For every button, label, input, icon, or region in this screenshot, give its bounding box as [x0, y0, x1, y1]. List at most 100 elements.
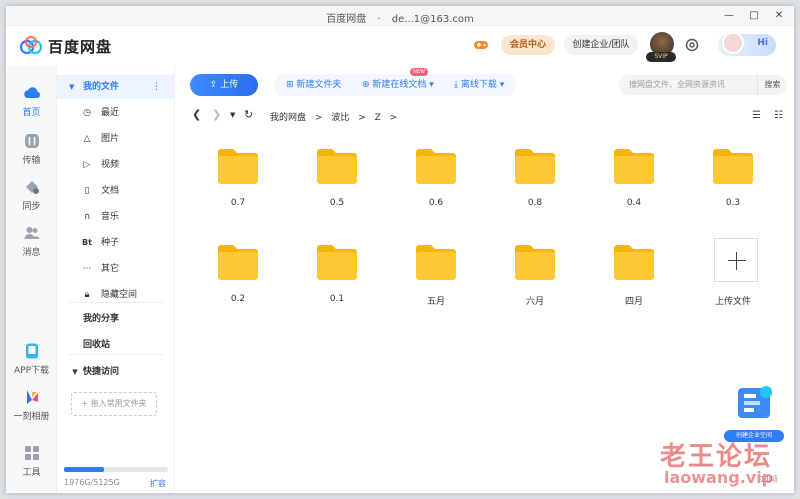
upload-file-tile[interactable]: 上传文件 [693, 234, 773, 324]
sidebar-item-label: 种子 [101, 238, 120, 248]
sidebar-item-hidden-space[interactable]: 🔒︎ 隐藏空间 [57, 283, 175, 307]
sidebar-item-images[interactable]: △ 图片 [57, 127, 175, 151]
expand-storage-link[interactable]: 扩容 [150, 478, 166, 489]
title-separator: · [377, 14, 381, 25]
refresh-icon[interactable]: ↻ [244, 108, 253, 121]
search-placeholder: 搜网盘文件、全网资源资讯 [629, 80, 725, 89]
folder-icon [614, 245, 654, 280]
nav-tools[interactable]: 工具 [6, 444, 57, 478]
headphones-icon: ∩ [83, 212, 91, 222]
bt-icon: Bt [82, 238, 92, 247]
folder-item[interactable]: 0.8 [495, 138, 575, 228]
sidebar-my-files[interactable]: ▼ 我的文件 ⋮ [57, 75, 175, 99]
nav-album[interactable]: 一刻相册 [6, 388, 57, 422]
clock-icon: ◷ [83, 108, 91, 118]
file-name: 0.5 [329, 198, 345, 208]
minimize-button[interactable]: — [720, 8, 738, 24]
maximize-button[interactable]: □ [745, 8, 763, 24]
sidebar-item-recent[interactable]: ◷ 最近 [57, 101, 175, 125]
search-input[interactable]: 搜网盘文件、全网资源资讯 搜索 [619, 75, 787, 95]
nav-message-label: 消息 [22, 248, 41, 258]
gamepad-icon[interactable] [473, 39, 489, 51]
offline-download-label: 离线下载 [460, 80, 497, 90]
window-title: 百度网盘 · de...1@163.com [6, 10, 794, 25]
breadcrumb-item[interactable]: Z [375, 113, 381, 123]
file-name: 0.1 [329, 294, 345, 304]
storage-fill [64, 467, 105, 472]
new-folder-button[interactable]: ⊞ 新建文件夹 [278, 74, 350, 96]
assistant-mascot-icon [722, 32, 744, 54]
folder-icon [515, 149, 555, 184]
transfer-icon [24, 134, 39, 148]
sidebar-divider [69, 302, 163, 303]
file-name: 0.3 [725, 198, 741, 208]
history-dropdown-icon[interactable]: ▼ [230, 111, 235, 119]
more-options-icon[interactable]: ⋮ [152, 75, 161, 99]
back-arrow-icon[interactable]: ❮ [192, 108, 201, 121]
file-name: 0.8 [527, 198, 543, 208]
folder-item[interactable]: 0.3 [693, 138, 773, 228]
quick-access-drop-zone[interactable]: + 拖入常用文件夹 [71, 392, 157, 416]
folder-item[interactable]: 0.5 [297, 138, 377, 228]
breadcrumb-item[interactable]: 波比 [331, 113, 349, 123]
folder-icon [713, 149, 753, 184]
sidebar-item-label: 其它 [101, 264, 120, 274]
close-button[interactable]: ✕ [770, 8, 788, 24]
sidebar-item-other[interactable]: ··· 其它 [57, 257, 175, 281]
nav-transfer[interactable]: 传输 [6, 132, 57, 166]
folder-item[interactable]: 0.4 [594, 138, 674, 228]
tools-icon [24, 446, 39, 460]
nav-sync-label: 同步 [22, 202, 41, 212]
breadcrumb: 我的网盘 > 波比 > Z > [270, 110, 403, 123]
folder-item[interactable]: 0.1 [297, 234, 377, 324]
more-icon: ··· [82, 264, 92, 274]
nav-app-download[interactable]: APP下载 [6, 342, 57, 376]
new-online-doc-button[interactable]: ⊕ 新建在线文档 ▾ [354, 74, 442, 96]
sidebar-item-videos[interactable]: ▷ 视频 [57, 153, 175, 177]
list-view-icon[interactable]: ☷ [774, 110, 783, 121]
sort-icon[interactable]: ☰ [752, 110, 761, 121]
sidebar-quick-access[interactable]: ▼ 快捷访问 [57, 360, 175, 384]
message-icon [24, 227, 39, 239]
sidebar-item-documents[interactable]: ▯ 文档 [57, 179, 175, 203]
folder-item[interactable]: 六月 [495, 234, 575, 324]
nav-sync[interactable]: 同步 [6, 178, 57, 212]
new-folder-label: 新建文件夹 [296, 80, 342, 90]
offline-download-button[interactable]: ⤓ 离线下载 ▾ [446, 74, 513, 96]
settings-gear-icon[interactable] [684, 37, 700, 53]
nav-transfer-label: 传输 [22, 156, 41, 166]
baidu-netdisk-logo-icon[interactable] [20, 36, 42, 54]
assistant-hi-button[interactable]: Hi [718, 32, 776, 56]
chevron-down-icon: ▾ [496, 80, 505, 90]
vip-center-button[interactable]: 会员中心 [501, 35, 555, 55]
new-badge: NEW [410, 68, 428, 76]
create-enterprise-button[interactable]: 创建企业/团队 [564, 35, 638, 55]
breadcrumb-item[interactable]: 我的网盘 [270, 113, 306, 123]
sidebar-item-label: 最近 [101, 108, 120, 118]
file-name: 0.4 [626, 198, 642, 208]
folder-item[interactable]: 0.2 [198, 234, 278, 324]
phone-icon [25, 343, 38, 359]
new-doc-icon: ⊕ [362, 80, 373, 90]
sidebar-item-torrents[interactable]: Bt 种子 [57, 231, 175, 255]
album-icon [26, 390, 38, 404]
image-icon: △ [83, 134, 91, 144]
upload-button[interactable]: ⇪ 上传 [190, 74, 258, 96]
folder-item[interactable]: 0.7 [198, 138, 278, 228]
sidebar-my-share[interactable]: 我的分享 [57, 307, 175, 331]
file-name: 六月 [525, 297, 544, 307]
nav-home[interactable]: 首页 [6, 84, 57, 118]
folder-item[interactable]: 0.6 [396, 138, 476, 228]
storage-bar [64, 467, 168, 472]
video-icon: ▷ [83, 160, 91, 170]
search-button[interactable]: 搜索 [757, 75, 787, 95]
folder-item[interactable]: 五月 [396, 234, 476, 324]
primary-nav: 首页 传输 同步 消息 APP下载 一刻相册 工具 [6, 66, 57, 493]
sidebar-item-label: 文档 [101, 186, 120, 196]
sidebar-item-music[interactable]: ∩ 音乐 [57, 205, 175, 229]
folder-item[interactable]: 四月 [594, 234, 674, 324]
new-doc-label: 新建在线文档 [372, 80, 427, 90]
upload-icon: ⇪ [209, 80, 221, 90]
nav-message[interactable]: 消息 [6, 224, 57, 258]
forward-arrow-icon[interactable]: ❯ [212, 108, 221, 121]
